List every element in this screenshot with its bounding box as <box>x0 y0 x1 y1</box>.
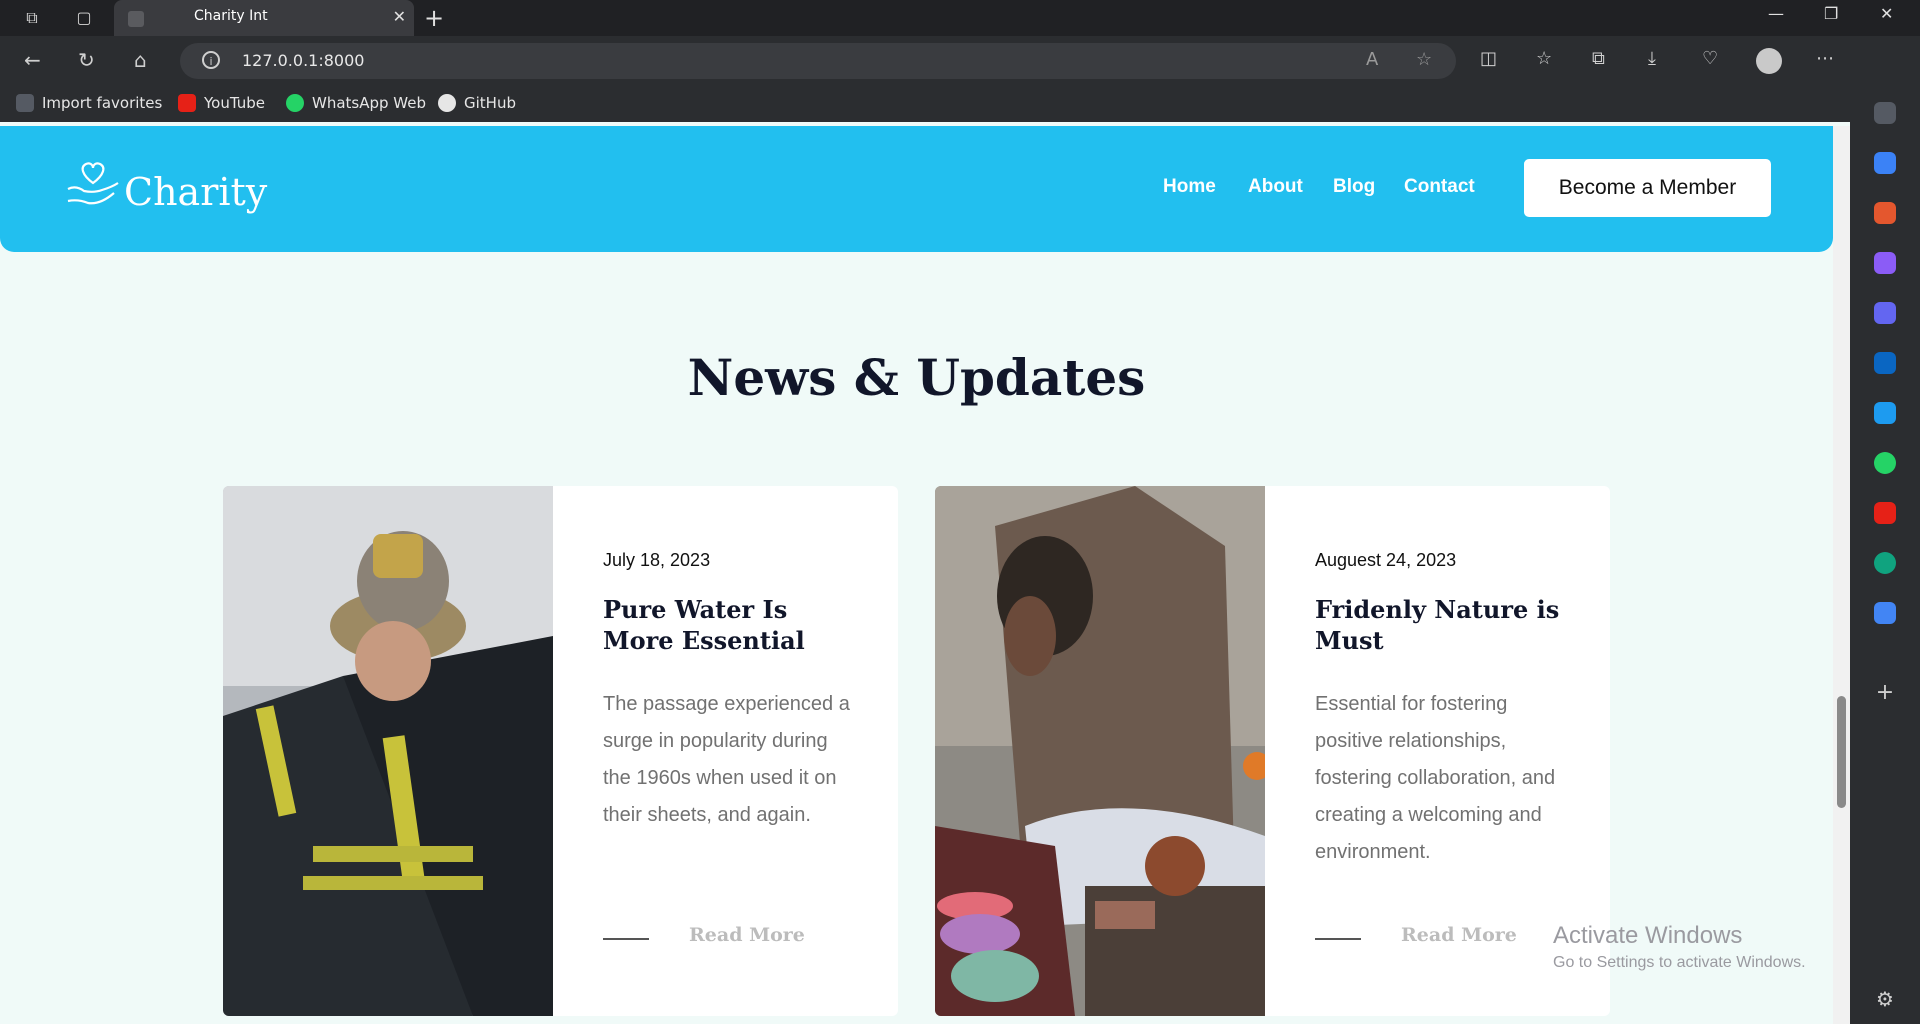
nav-contact[interactable]: Contact <box>1404 176 1475 198</box>
bookmark-import-favorites[interactable]: Import favorites <box>16 94 162 112</box>
read-more-link[interactable]: Read More <box>689 924 805 946</box>
add-icon[interactable]: + <box>1874 682 1896 704</box>
logo-text[interactable]: Charity <box>124 170 267 214</box>
tab-favicon <box>128 11 144 27</box>
tab-title: Charity Int <box>194 8 268 24</box>
downloads-icon[interactable]: ⤓ <box>1648 48 1656 69</box>
card-date: July 18, 2023 <box>603 550 711 570</box>
charity-logo-icon <box>67 162 119 205</box>
tab-bar: ⧉ ▢ Charity Int ✕ + — ❐ ✕ <box>0 0 1920 36</box>
workspaces-icon[interactable]: ⧉ <box>20 6 44 30</box>
tab-actions-icon[interactable]: ▢ <box>72 6 96 30</box>
whatsapp-icon <box>286 94 304 112</box>
watermark-title: Activate Windows <box>1553 922 1743 949</box>
github-icon <box>438 94 456 112</box>
tools-icon[interactable] <box>1874 202 1896 224</box>
bookmark-label: WhatsApp Web <box>312 94 427 112</box>
site-info-icon[interactable]: i <box>202 51 220 69</box>
collections-icon[interactable]: ⧉ <box>1592 48 1605 69</box>
favorites-icon[interactable]: ☆ <box>1536 48 1552 69</box>
profile-avatar[interactable] <box>1756 48 1782 74</box>
bookmark-whatsapp-web[interactable]: WhatsApp Web <box>286 94 426 112</box>
performance-icon[interactable]: ♡ <box>1702 48 1718 69</box>
restore-button[interactable]: ❐ <box>1824 4 1838 23</box>
read-more-line <box>603 938 649 940</box>
copilot-icon[interactable] <box>1874 302 1896 324</box>
nav-home[interactable]: Home <box>1163 176 1216 198</box>
games-icon[interactable] <box>1874 252 1896 274</box>
bookmark-label: Import favorites <box>42 94 163 112</box>
card-date: Auguest 24, 2023 <box>1315 550 1457 570</box>
back-icon[interactable]: ← <box>24 48 41 72</box>
scrollbar-thumb[interactable] <box>1837 696 1846 808</box>
settings-gear-icon[interactable]: ⚙ <box>1874 988 1896 1010</box>
edge-sidebar: + ⚙ <box>1850 86 1920 1024</box>
active-tab[interactable]: Charity Int ✕ <box>114 0 414 36</box>
card-excerpt: The passage experienced a surge in popul… <box>603 693 850 826</box>
split-screen-icon[interactable]: ◫ <box>1480 48 1497 69</box>
youtube-sidebar-icon[interactable] <box>1874 502 1896 524</box>
bookmark-youtube[interactable]: YouTube <box>178 94 265 112</box>
more-menu-icon[interactable]: ⋯ <box>1816 48 1834 69</box>
favorite-star-icon[interactable]: ☆ <box>1416 49 1432 70</box>
read-more-link[interactable]: Read More <box>1401 924 1517 946</box>
outlook-icon[interactable] <box>1874 352 1896 374</box>
section-title: News & Updates <box>687 348 1146 407</box>
read-more-line <box>1315 938 1361 940</box>
site-header: Charity Home About Blog Contact Become a… <box>0 126 1833 252</box>
translate-icon[interactable] <box>1874 602 1896 624</box>
import-icon <box>16 94 34 112</box>
firefighter-image <box>223 486 553 1016</box>
watermark-subtitle: Go to Settings to activate Windows. <box>1553 954 1806 971</box>
refresh-icon[interactable]: ↻ <box>78 48 95 72</box>
home-icon[interactable]: ⌂ <box>134 48 147 72</box>
tab-close-icon[interactable]: ✕ <box>393 7 406 26</box>
section-header: News & Updates <box>0 348 1833 407</box>
address-bar: ← ↻ ⌂ i 127.0.0.1:8000 A ☆ ◫ ☆ ⧉ ⤓ ♡ ⋯ <box>0 36 1920 86</box>
bookmark-label: YouTube <box>204 94 265 112</box>
windows-activation-watermark: Activate Windows Go to Settings to activ… <box>1553 922 1806 972</box>
news-card: July 18, 2023 Pure Water Is More Essenti… <box>223 486 898 1016</box>
bookmark-github[interactable]: GitHub <box>438 94 516 112</box>
nav-about[interactable]: About <box>1248 176 1303 198</box>
search-icon[interactable] <box>1874 102 1896 124</box>
section-title-text: News & Updates <box>687 348 1146 407</box>
nav-blog[interactable]: Blog <box>1333 176 1375 198</box>
url-text: 127.0.0.1:8000 <box>242 51 365 70</box>
bookmarks-bar: Import favorites YouTube WhatsApp Web Gi… <box>0 86 1850 122</box>
praying-man-image <box>935 486 1265 1016</box>
close-window-button[interactable]: ✕ <box>1880 4 1893 23</box>
minimize-button[interactable]: — <box>1768 4 1784 23</box>
url-field[interactable]: i 127.0.0.1:8000 A ☆ <box>180 43 1456 79</box>
page-viewport: Charity Home About Blog Contact Become a… <box>0 126 1833 1024</box>
card-title[interactable]: Pure Water Is More Essential <box>603 594 863 656</box>
become-member-button[interactable]: Become a Member <box>1524 159 1771 217</box>
telegram-icon[interactable] <box>1874 402 1896 424</box>
news-card: Auguest 24, 2023 Fridenly Nature is Must… <box>935 486 1610 1016</box>
youtube-icon <box>178 94 196 112</box>
whatsapp-sidebar-icon[interactable] <box>1874 452 1896 474</box>
chatgpt-icon[interactable] <box>1874 552 1896 574</box>
shopping-icon[interactable] <box>1874 152 1896 174</box>
bookmark-label: GitHub <box>464 94 516 112</box>
card-excerpt: Essential for fostering positive relatio… <box>1315 693 1556 863</box>
card-title[interactable]: Fridenly Nature is Must <box>1315 594 1575 656</box>
read-aloud-icon[interactable]: A <box>1366 49 1378 70</box>
page-scrollbar[interactable] <box>1833 126 1850 1024</box>
new-tab-button[interactable]: + <box>424 4 444 32</box>
